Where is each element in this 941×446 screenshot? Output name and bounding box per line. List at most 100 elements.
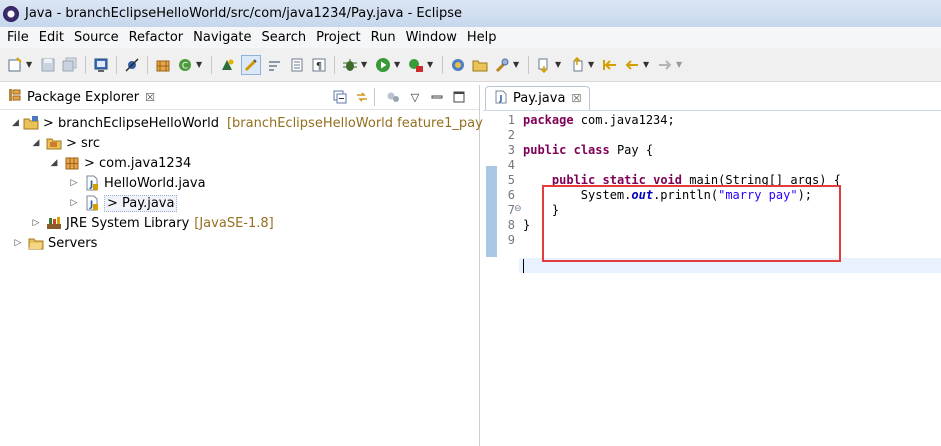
previous-annotation-icon[interactable] — [569, 56, 585, 73]
toggle-word-wrap-icon[interactable] — [267, 57, 283, 73]
fold-collapse-icon[interactable]: ⊖ — [514, 204, 522, 214]
tree-label: JRE System Library — [66, 215, 190, 231]
new-java-class-dropdown-icon[interactable]: ▼ — [196, 57, 204, 73]
close-icon[interactable]: ☒ — [145, 91, 155, 104]
code-text: } — [523, 218, 531, 232]
project-icon — [23, 115, 39, 131]
view-menu-icon[interactable]: ▽ — [407, 89, 423, 105]
link-with-editor-icon[interactable] — [354, 89, 370, 105]
maximize-icon[interactable] — [451, 89, 467, 105]
toggle-mark-occurrences-icon[interactable] — [241, 54, 261, 75]
focus-on-active-task-icon[interactable] — [385, 89, 401, 105]
open-folder-icon[interactable] — [472, 57, 488, 73]
back-dropdown-icon[interactable]: ▼ — [643, 57, 651, 73]
svg-text:¶: ¶ — [316, 61, 322, 72]
tree-row-package[interactable]: ◢ > com.java1234 — [0, 153, 479, 173]
package-explorer-view: Package Explorer ☒ ▽ ◢ > branchEclipseHe… — [0, 85, 488, 446]
code-line-3: public class Pay { — [523, 143, 841, 158]
line-number: 2 — [507, 128, 515, 142]
collapse-all-icon[interactable] — [332, 89, 348, 105]
tree-row-helloworld[interactable]: ▷ J HelloWorld.java — [0, 173, 479, 193]
open-type-icon[interactable] — [219, 57, 235, 73]
line-number: 7 — [507, 203, 515, 217]
view-tools-separator — [374, 88, 375, 106]
package-explorer-tabbar: Package Explorer ☒ ▽ — [0, 85, 479, 110]
expand-icon[interactable]: ◢ — [48, 158, 60, 168]
expand-icon[interactable]: ◢ — [12, 118, 19, 128]
line-number: 9 — [507, 233, 515, 247]
open-perspective-icon[interactable] — [450, 57, 466, 73]
forward-icon[interactable] — [657, 57, 673, 73]
save-icon[interactable] — [40, 57, 56, 73]
toolbar-separator — [211, 55, 212, 74]
editor-tab-label: Pay.java — [513, 91, 566, 106]
external-tools-dropdown-icon[interactable]: ▼ — [427, 57, 435, 73]
expand-icon[interactable]: ◢ — [30, 138, 42, 148]
change-ruler-marker — [486, 166, 497, 257]
close-icon[interactable]: ☒ — [571, 92, 581, 105]
line-number: 6 — [507, 188, 515, 202]
package-explorer-tab-label: Package Explorer — [27, 89, 140, 105]
toolbar-separator — [147, 55, 148, 74]
toolbar-separator — [334, 55, 335, 74]
code-editor[interactable]: 1 2 3 4 5 6 7 8 9 ⊖ package com.java1234… — [483, 111, 941, 446]
back-icon[interactable] — [624, 57, 640, 73]
toolbar-separator — [442, 55, 443, 74]
menu-refactor[interactable]: Refactor — [124, 30, 189, 45]
menu-project[interactable]: Project — [311, 30, 365, 45]
new-java-package-icon[interactable] — [155, 57, 171, 73]
skip-breakpoints-icon[interactable] — [124, 57, 140, 73]
line-number: 3 — [507, 143, 515, 157]
tree-row-pay[interactable]: ▷ J > Pay.java — [0, 193, 479, 213]
next-annotation-icon[interactable] — [536, 57, 552, 73]
new-dropdown-icon[interactable]: ▼ — [26, 57, 34, 73]
expand-icon[interactable]: ▷ — [68, 198, 80, 208]
java-file-icon: J — [84, 175, 100, 191]
debug-icon[interactable] — [342, 57, 358, 73]
expand-icon[interactable]: ▷ — [12, 238, 24, 248]
show-whitespace-icon[interactable]: ¶ — [311, 57, 327, 73]
tree-row-src[interactable]: ◢ > src — [0, 133, 479, 153]
menu-run[interactable]: Run — [366, 30, 401, 45]
next-annotation-dropdown-icon[interactable]: ▼ — [555, 57, 563, 73]
save-all-icon[interactable] — [62, 57, 78, 73]
run-icon[interactable] — [375, 57, 391, 73]
external-tools-icon[interactable] — [408, 57, 424, 73]
package-explorer-view-tools: ▽ — [326, 88, 479, 106]
previous-annotation-dropdown-icon[interactable]: ▼ — [588, 57, 596, 73]
expand-icon[interactable]: ▷ — [68, 178, 80, 188]
red-annotation-box — [542, 185, 841, 262]
tree-label: > src — [66, 135, 101, 151]
console-icon[interactable] — [93, 57, 109, 73]
tree-row-project[interactable]: ◢ > branchEclipseHelloWorld [branchEclip… — [0, 113, 488, 133]
menu-edit[interactable]: Edit — [34, 30, 69, 45]
line-number: 8 — [507, 218, 515, 232]
forward-dropdown-icon[interactable]: ▼ — [676, 57, 684, 73]
main-toolbar: ▼ C ▼ ¶ ▼ ▼ ▼ ▼ ▼ ▼ ▼ ▼ — [0, 48, 941, 82]
new-icon[interactable] — [7, 56, 23, 73]
search-dropdown-icon[interactable]: ▼ — [513, 57, 521, 73]
run-dropdown-icon[interactable]: ▼ — [394, 57, 402, 73]
svg-text:J: J — [89, 200, 93, 210]
last-edit-location-icon[interactable] — [602, 57, 618, 73]
expand-icon[interactable]: ▷ — [30, 218, 42, 228]
tree-row-jre[interactable]: ▷ JRE System Library [JavaSE-1.8] — [0, 213, 479, 233]
minimize-icon[interactable] — [429, 89, 445, 105]
menu-file[interactable]: File — [2, 30, 34, 45]
code-line-1: package com.java1234; — [523, 113, 841, 128]
editor-tab-pay-java[interactable]: J Pay.java ☒ — [485, 86, 591, 110]
new-java-class-icon[interactable]: C — [177, 57, 193, 73]
window-title: Java - branchEclipseHelloWorld/src/com/j… — [25, 6, 462, 21]
debug-dropdown-icon[interactable]: ▼ — [361, 57, 369, 73]
package-icon — [64, 155, 80, 171]
menu-search[interactable]: Search — [256, 30, 311, 45]
package-explorer-tab[interactable]: Package Explorer ☒ — [0, 85, 161, 110]
menu-source[interactable]: Source — [69, 30, 124, 45]
search-tool-icon[interactable] — [494, 57, 510, 73]
menu-window[interactable]: Window — [401, 30, 462, 45]
menu-navigate[interactable]: Navigate — [188, 30, 256, 45]
toggle-block-selection-icon[interactable] — [289, 57, 305, 73]
tree-row-servers[interactable]: ▷ Servers — [0, 233, 479, 253]
menu-help[interactable]: Help — [462, 30, 502, 45]
